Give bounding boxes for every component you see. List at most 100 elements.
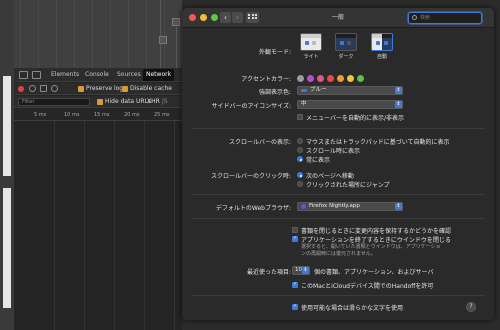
scrollbar-scrolling-radio[interactable] xyxy=(297,147,303,153)
close-windows-label: アプリケーションを終了するときにウインドウを閉じる xyxy=(301,237,451,244)
timeline-tick: 10 ms xyxy=(64,112,80,118)
background-page xyxy=(0,0,182,68)
default-browser-value: Firefox Nightly.app xyxy=(309,203,360,209)
highlight-color-select[interactable]: ブルー ⇕ xyxy=(297,86,403,95)
tab-sources[interactable]: Sources xyxy=(114,69,144,81)
timeline-gridline xyxy=(114,121,115,330)
preserve-log-label: Preserve log xyxy=(86,85,124,92)
chevron-updown-icon: ⇕ xyxy=(395,203,402,210)
highlight-color-value: ブルー xyxy=(310,87,327,93)
filter-input[interactable]: Filter xyxy=(18,98,90,106)
section-divider xyxy=(191,218,485,219)
accent-purple[interactable] xyxy=(307,75,314,82)
scrollbar-scrolling-label: スクロール時に表示 xyxy=(306,148,361,155)
hide-data-urls-label: Hide data URLs xyxy=(105,98,152,105)
disable-cache-checkbox[interactable] xyxy=(122,86,128,92)
timeline-gridline xyxy=(144,121,145,330)
section-divider xyxy=(191,194,485,195)
disable-cache-label: Disable cache xyxy=(130,85,172,92)
timeline-gridline xyxy=(174,121,175,330)
edge-panel xyxy=(3,188,11,308)
scroll-click-jump-radio[interactable] xyxy=(297,181,303,187)
default-browser-select[interactable]: Firefox Nightly.app ⇕ xyxy=(297,202,403,211)
scrollbar-always-radio[interactable] xyxy=(297,156,303,162)
default-browser-label: デフォルトのWebブラウザ: xyxy=(215,205,291,212)
sidebar-icon-size-select[interactable]: 中 ⇕ xyxy=(297,100,403,109)
firefox-icon xyxy=(301,204,306,209)
accent-red[interactable] xyxy=(327,75,334,82)
record-icon[interactable] xyxy=(18,86,24,92)
appearance-label: 外観モード: xyxy=(258,49,291,56)
appearance-auto-thumb[interactable] xyxy=(371,33,393,51)
scroll-click-label: スクロールバーのクリック時: xyxy=(210,173,291,180)
timeline-gridline xyxy=(84,121,85,330)
network-toolbar: Preserve log Disable cache xyxy=(14,83,182,95)
tab-elements[interactable]: Elements xyxy=(48,69,82,81)
scroll-click-next-page-label: 次のページへ移動 xyxy=(306,173,354,180)
close-windows-checkbox[interactable] xyxy=(292,235,298,242)
ask-keep-changes-label: 書類を閉じるときに変更内容を保持するかどうかを確認 xyxy=(301,228,452,235)
background-divider xyxy=(176,22,177,68)
accent-pink[interactable] xyxy=(317,75,324,82)
tab-network[interactable]: Network xyxy=(143,69,175,81)
scroll-click-jump-label: クリックされた場所にジャンプ xyxy=(306,182,390,189)
menubar-auto-hide-label: メニューバーを自動的に表示/非表示 xyxy=(306,115,404,122)
menubar-auto-hide-checkbox[interactable] xyxy=(297,114,303,120)
inspect-icon[interactable] xyxy=(19,71,28,79)
accent-color-label: アクセントカラー: xyxy=(241,76,291,83)
highlight-color-label: 強調表示色: xyxy=(258,89,291,96)
accent-yellow[interactable] xyxy=(347,75,354,82)
recent-items-value: 10 xyxy=(295,267,302,273)
font-smoothing-label: 使用可能な場合は滑らかな文字を使用 xyxy=(301,305,404,312)
background-handle xyxy=(159,36,167,44)
accent-green[interactable] xyxy=(357,75,364,82)
devtools-panel: Elements Console Sources Network Preserv… xyxy=(14,68,182,330)
chevron-updown-icon: ⇕ xyxy=(395,101,402,108)
recent-items-select[interactable]: 10 ⇕ xyxy=(292,266,310,275)
filter-icon[interactable] xyxy=(40,85,47,92)
scrollbar-auto-label: マウスまたはトラックパッドに基づいて自動的に表示 xyxy=(306,139,450,146)
timeline-tick: 15 ms xyxy=(94,112,110,118)
chevron-updown-icon: ⇕ xyxy=(302,267,309,274)
timeline-header: 5 ms 10 ms 15 ms 20 ms 25 ms xyxy=(14,109,182,121)
recent-items-suffix: 個の書類、アプリケーション、およびサーバ xyxy=(314,269,434,276)
tab-console[interactable]: Console xyxy=(82,69,112,81)
timeline-tick: 5 ms xyxy=(34,112,47,118)
js-filter[interactable]: JS xyxy=(162,96,168,108)
appearance-dark-label: ダーク xyxy=(338,54,354,60)
sidebar-icon-size-label: サイドバーのアイコンサイズ: xyxy=(211,103,291,110)
devtools-tab-bar: Elements Console Sources Network xyxy=(14,68,182,82)
appearance-auto-label: 自動 xyxy=(376,54,387,60)
edge-panel xyxy=(3,76,11,176)
help-button[interactable]: ? xyxy=(466,302,476,312)
search-field[interactable]: 検索 xyxy=(408,12,482,24)
scrollbar-auto-radio[interactable] xyxy=(297,138,303,144)
left-edge-strip xyxy=(0,68,14,330)
appearance-dark-thumb[interactable] xyxy=(335,33,357,51)
font-smoothing-checkbox[interactable] xyxy=(292,303,298,310)
clear-icon[interactable] xyxy=(29,85,36,92)
appearance-light-thumb[interactable] xyxy=(300,33,322,51)
highlight-swatch xyxy=(301,89,307,92)
hide-data-urls-checkbox[interactable] xyxy=(97,99,103,105)
xhr-filter[interactable]: XHR xyxy=(147,96,160,108)
device-toolbar-icon[interactable] xyxy=(32,71,41,79)
timeline-tick: 20 ms xyxy=(124,112,140,118)
timeline-tick: 25 ms xyxy=(154,112,170,118)
scrollbar-label: スクロールバーの表示: xyxy=(228,139,291,146)
ask-keep-changes-checkbox[interactable] xyxy=(292,227,298,233)
section-divider xyxy=(191,295,485,296)
timeline-gridline xyxy=(54,121,55,330)
sidebar-icon-size-value: 中 xyxy=(301,101,307,107)
accent-graphite[interactable] xyxy=(297,75,304,82)
window-titlebar: ‹ › 一般 検索 xyxy=(182,8,494,28)
handoff-checkbox[interactable] xyxy=(292,281,298,288)
section-divider xyxy=(191,128,485,129)
preferences-window: ‹ › 一般 検索 外観モード: ライト ダーク 自動 アクセントカラー: 強調… xyxy=(182,8,494,320)
search-icon[interactable] xyxy=(51,85,58,92)
preserve-log-checkbox[interactable] xyxy=(78,86,84,92)
scrollbar-always-label: 常に表示 xyxy=(306,157,331,164)
accent-orange[interactable] xyxy=(337,75,344,82)
scroll-click-next-page-radio[interactable] xyxy=(297,172,303,178)
background-handle xyxy=(172,18,180,26)
